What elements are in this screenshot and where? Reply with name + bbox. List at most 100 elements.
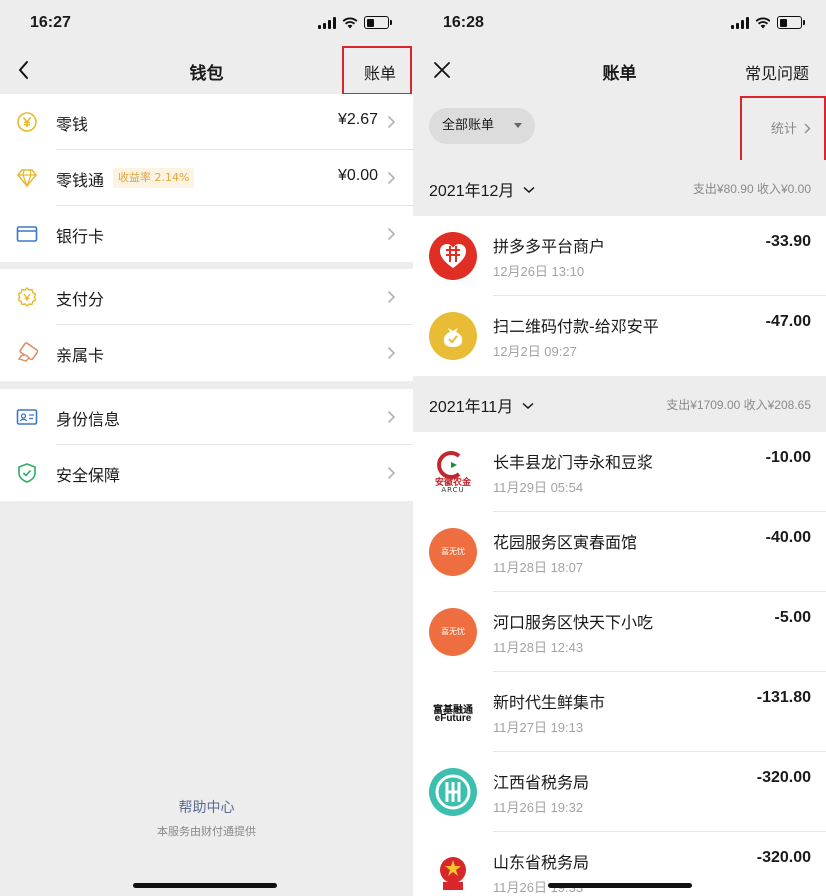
arcu-bank-logo: 安徽农金 ARCU xyxy=(429,448,477,496)
month-summary: 支出¥80.90 收入¥0.00 xyxy=(692,182,811,196)
transaction-amount: -40.00 xyxy=(765,529,811,546)
wifi-icon xyxy=(342,17,358,28)
battery-icon xyxy=(364,16,392,29)
month-header[interactable]: 2021年11月 支出¥1709.00 收入¥208.65 xyxy=(413,376,826,432)
status-bar: 16:27 xyxy=(0,0,413,46)
merchant-name: 山东省税务局 xyxy=(493,853,590,872)
provider-note: 本服务由财付通提供 xyxy=(157,825,256,838)
faq-button[interactable]: 常见问题 xyxy=(745,60,809,84)
caret-down-icon xyxy=(514,123,522,128)
home-indicator xyxy=(133,883,277,888)
transaction-row[interactable]: 扫二维码付款-给邓安平 12月2日 09:27 -47.00 xyxy=(413,296,826,376)
wallet-item-value: ¥2.67 xyxy=(337,111,378,128)
wallet-item-security[interactable]: 安全保障 xyxy=(0,445,413,501)
tax-bureau-logo xyxy=(429,768,477,816)
status-time: 16:28 xyxy=(443,14,484,31)
transaction-time: 12月26日 13:10 xyxy=(493,264,585,279)
nav-bar: 账单 常见问题 xyxy=(413,46,826,94)
highlight-box-stats xyxy=(740,96,826,166)
chevron-right-icon xyxy=(387,410,396,424)
wallet-item-label: 银行卡 xyxy=(56,227,105,246)
transaction-amount: -320.00 xyxy=(756,769,811,786)
wallet-item-label: 零钱 xyxy=(56,115,89,134)
wallet-item-label: 零钱通 xyxy=(56,171,105,190)
month-label: 2021年11月 xyxy=(429,393,534,417)
wallet-group-security: 身份信息 安全保障 xyxy=(0,389,413,501)
chevron-right-icon xyxy=(387,466,396,480)
transaction-row[interactable]: 富基融通 eFuture 新时代生鲜集市 11月27日 19:13 -131.8… xyxy=(413,672,826,752)
highlight-box-bills xyxy=(342,46,412,95)
status-bar: 16:28 xyxy=(413,0,826,46)
chevron-right-icon xyxy=(387,115,396,129)
transaction-row[interactable]: 喜无忧 河口服务区快天下小吃 11月28日 12:43 -5.00 xyxy=(413,592,826,672)
battery-icon xyxy=(777,16,805,29)
chevron-right-icon xyxy=(387,290,396,304)
transaction-list: 安徽农金 ARCU 长丰县龙门寺永和豆浆 11月29日 05:54 -10.00… xyxy=(413,432,826,896)
transaction-time: 11月27日 19:13 xyxy=(493,720,584,735)
wallet-screen: 16:27 钱包 账单 零钱 ¥2.67 零钱通 收益率 2.14% ¥0.00 xyxy=(0,0,413,896)
wifi-icon xyxy=(755,17,771,28)
wallet-item-label: 身份信息 xyxy=(56,410,121,429)
bank-card-icon xyxy=(16,226,38,242)
signal-icon xyxy=(318,16,336,29)
payscore-icon xyxy=(17,287,37,307)
wallet-item-bank-card[interactable]: 银行卡 xyxy=(0,206,413,262)
status-icons xyxy=(318,16,392,29)
transaction-amount: -320.00 xyxy=(756,849,811,866)
wallet-item-change[interactable]: 零钱 ¥2.67 xyxy=(0,94,413,150)
chevron-right-icon xyxy=(387,171,396,185)
transaction-row[interactable]: 喜无忧 花园服务区寅春面馆 11月28日 18:07 -40.00 xyxy=(413,512,826,592)
wallet-item-identity[interactable]: 身份信息 xyxy=(0,389,413,445)
wallet-group-funds: 零钱 ¥2.67 零钱通 收益率 2.14% ¥0.00 银行卡 xyxy=(0,94,413,262)
merchant-name: 新时代生鲜集市 xyxy=(493,693,606,712)
efuture-logo: 富基融通 eFuture xyxy=(429,688,477,736)
merchant-name: 河口服务区快天下小吃 xyxy=(493,613,654,632)
wallet-item-lqt[interactable]: 零钱通 收益率 2.14% ¥0.00 xyxy=(0,150,413,206)
chevron-right-icon xyxy=(387,346,396,360)
national-emblem-logo xyxy=(429,848,477,896)
transaction-list: 拼多多平台商户 12月26日 13:10 -33.90 扫二维码付款-给邓安平 … xyxy=(413,216,826,376)
transaction-time: 11月29日 05:54 xyxy=(493,480,584,495)
merchant-name: 拼多多平台商户 xyxy=(493,237,606,256)
all-bills-filter[interactable]: 全部账单 xyxy=(429,108,535,144)
transaction-amount: -10.00 xyxy=(765,449,811,466)
yen-coin-icon xyxy=(17,112,37,132)
pinduoduo-logo xyxy=(429,232,477,280)
wallet-group-services: 支付分 亲属卡 xyxy=(0,269,413,381)
home-indicator xyxy=(548,883,692,888)
merchant-name: 江西省税务局 xyxy=(493,773,590,792)
family-card-icon xyxy=(17,342,38,362)
qr-payment-logo xyxy=(429,312,477,360)
month-summary: 支出¥1709.00 收入¥208.65 xyxy=(666,398,811,412)
transaction-amount: -33.90 xyxy=(765,233,811,250)
orange-merchant-logo: 喜无忧 xyxy=(429,528,477,576)
yield-badge: 收益率 2.14% xyxy=(113,168,195,188)
month-label: 2021年12月 xyxy=(429,177,535,201)
transaction-time: 11月28日 18:07 xyxy=(493,560,584,575)
bills-screen: 16:28 账单 常见问题 全部账单 统计 2021年12月 支出¥80.90 … xyxy=(413,0,826,896)
transaction-time: 11月26日 19:32 xyxy=(493,800,584,815)
orange-merchant-logo: 喜无忧 xyxy=(429,608,477,656)
transaction-row[interactable]: 安徽农金 ARCU 长丰县龙门寺永和豆浆 11月29日 05:54 -10.00 xyxy=(413,432,826,512)
transaction-amount: -5.00 xyxy=(774,609,811,626)
filter-label: 全部账单 xyxy=(442,118,495,133)
wallet-item-label: 支付分 xyxy=(56,290,105,309)
transaction-row[interactable]: 拼多多平台商户 12月26日 13:10 -33.90 xyxy=(413,216,826,296)
transaction-amount: -47.00 xyxy=(765,313,811,330)
diamond-icon xyxy=(17,169,37,188)
merchant-name: 扫二维码付款-给邓安平 xyxy=(493,317,659,336)
chevron-down-icon xyxy=(522,402,534,410)
chevron-right-icon xyxy=(387,227,396,241)
help-center-link[interactable]: 帮助中心 xyxy=(0,797,413,817)
wallet-item-label: 安全保障 xyxy=(56,466,121,485)
wallet-item-value: ¥0.00 xyxy=(337,167,378,184)
merchant-name: 花园服务区寅春面馆 xyxy=(493,533,638,552)
shield-icon xyxy=(18,463,36,483)
wallet-item-payscore[interactable]: 支付分 xyxy=(0,269,413,325)
wallet-item-family-card[interactable]: 亲属卡 xyxy=(0,325,413,381)
transaction-time: 12月2日 09:27 xyxy=(493,344,577,359)
month-header[interactable]: 2021年12月 支出¥80.90 收入¥0.00 xyxy=(413,160,826,216)
transaction-row[interactable]: 江西省税务局 11月26日 19:32 -320.00 xyxy=(413,752,826,832)
status-icons xyxy=(731,16,805,29)
status-time: 16:27 xyxy=(30,14,71,31)
